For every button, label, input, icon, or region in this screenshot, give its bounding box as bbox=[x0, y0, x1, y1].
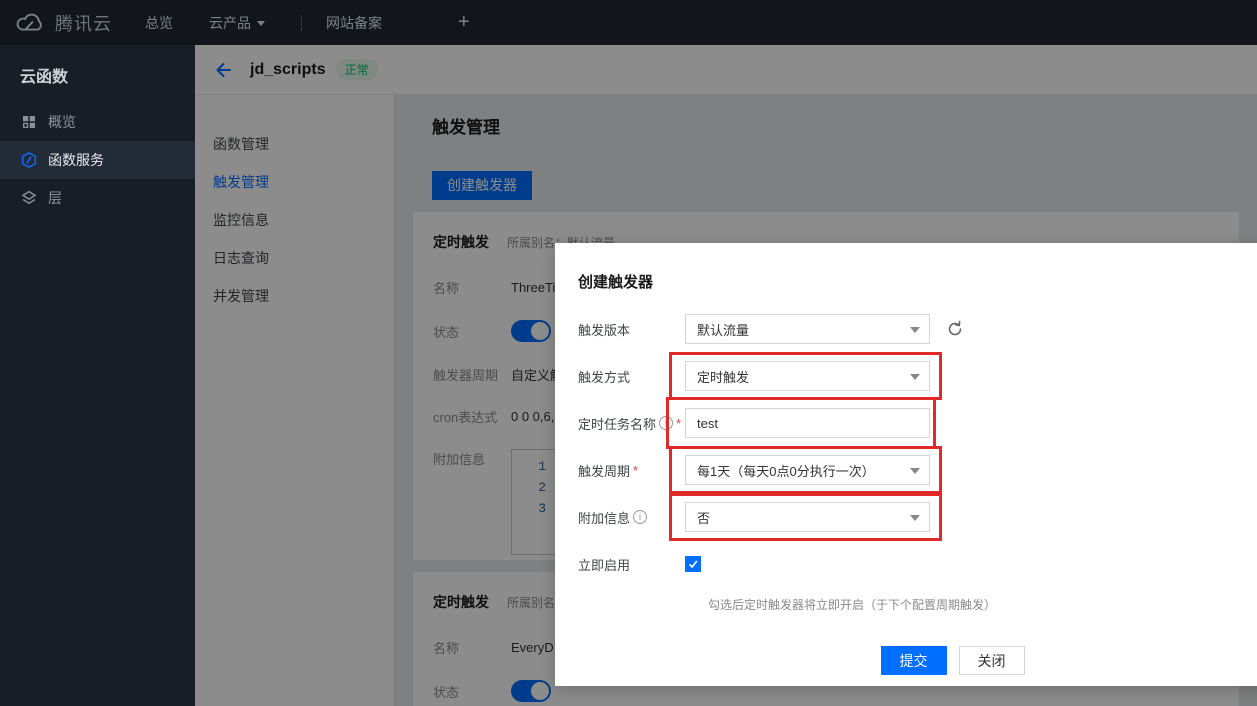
trigger-period-select-wrap: 每1天（每天0点0分执行一次） bbox=[685, 455, 930, 485]
sidebar-item-label: 层 bbox=[48, 188, 62, 208]
nav-item-label: 网站备案 bbox=[326, 13, 382, 33]
dialog-title: 创建触发器 bbox=[555, 243, 1257, 292]
form-row-trigger-version: 触发版本 默认流量 bbox=[578, 314, 1257, 344]
enable-now-checkbox-checked[interactable] bbox=[685, 556, 701, 572]
nav-item-overview[interactable]: 总览 bbox=[145, 13, 173, 33]
field-label: 触发版本 bbox=[578, 320, 685, 339]
nav-divider bbox=[301, 15, 302, 31]
field-label: 定时任务名称i* bbox=[578, 414, 685, 433]
task-name-input[interactable] bbox=[685, 408, 930, 438]
field-label: 立即启用 bbox=[578, 555, 685, 574]
check-icon bbox=[687, 558, 699, 570]
enable-now-hint: 勾选后定时触发器将立即开启（于下个配置周期触发） bbox=[708, 596, 1257, 613]
screen: 腾讯云 总览 云产品 网站备案 + 云函数 概览 函数服务 bbox=[0, 0, 1257, 706]
brand[interactable]: 腾讯云 bbox=[14, 10, 112, 36]
info-icon[interactable]: i bbox=[633, 510, 647, 524]
required-mark: * bbox=[633, 463, 638, 478]
product-title: 云函数 bbox=[0, 45, 195, 103]
chevron-down-icon bbox=[257, 21, 265, 26]
form-row-trigger-method: 触发方式 定时触发 bbox=[578, 361, 1257, 391]
product-sidebar: 云函数 概览 函数服务 层 bbox=[0, 45, 195, 706]
form-row-enable-now: 立即启用 bbox=[578, 549, 1257, 579]
nav-item-icp[interactable]: 网站备案 bbox=[326, 13, 382, 33]
dialog-form: 触发版本 默认流量 触发方式 定时触发 定时 bbox=[555, 314, 1257, 613]
field-label: 触发方式 bbox=[578, 367, 685, 386]
sidebar-item-label: 函数服务 bbox=[48, 150, 104, 170]
layers-icon bbox=[20, 189, 38, 207]
tencent-cloud-logo-icon bbox=[14, 11, 48, 34]
task-name-input-wrap bbox=[685, 408, 930, 438]
nav-item-label: 云产品 bbox=[209, 13, 251, 33]
close-button[interactable]: 关闭 bbox=[959, 646, 1025, 675]
trigger-version-select-wrap: 默认流量 bbox=[685, 314, 930, 344]
info-icon[interactable]: i bbox=[659, 416, 673, 430]
field-label: 附加信息i bbox=[578, 508, 685, 527]
refresh-icon[interactable] bbox=[946, 320, 964, 338]
create-trigger-dialog: 创建触发器 触发版本 默认流量 触发方式 定时触发 bbox=[555, 243, 1257, 686]
sidebar-item-layers[interactable]: 层 bbox=[0, 179, 195, 217]
sidebar-item-label: 概览 bbox=[48, 112, 76, 132]
trigger-period-select[interactable]: 每1天（每天0点0分执行一次） bbox=[685, 455, 930, 485]
form-row-extra-info: 附加信息i 否 bbox=[578, 502, 1257, 532]
nav-item-cloud-products[interactable]: 云产品 bbox=[209, 13, 265, 33]
topnav: 腾讯云 总览 云产品 网站备案 + bbox=[0, 0, 1257, 45]
sidebar-item-function-service[interactable]: 函数服务 bbox=[0, 141, 195, 179]
sidebar-item-overview[interactable]: 概览 bbox=[0, 103, 195, 141]
trigger-method-select[interactable]: 定时触发 bbox=[685, 361, 930, 391]
required-mark: * bbox=[676, 416, 681, 431]
trigger-version-select[interactable]: 默认流量 bbox=[685, 314, 930, 344]
submit-button[interactable]: 提交 bbox=[881, 646, 947, 675]
form-row-trigger-period: 触发周期* 每1天（每天0点0分执行一次） bbox=[578, 455, 1257, 485]
form-row-task-name: 定时任务名称i* bbox=[578, 408, 1257, 438]
function-hexagon-icon bbox=[20, 151, 38, 169]
topnav-links: 总览 云产品 网站备案 + bbox=[145, 11, 470, 34]
trigger-method-select-wrap: 定时触发 bbox=[685, 361, 930, 391]
extra-info-select[interactable]: 否 bbox=[685, 502, 930, 532]
nav-item-label: 总览 bbox=[145, 13, 173, 33]
field-label: 触发周期* bbox=[578, 461, 685, 480]
grid-icon bbox=[20, 113, 38, 131]
add-tab-button[interactable]: + bbox=[458, 11, 470, 34]
dialog-footer: 提交 关闭 bbox=[555, 646, 1257, 675]
extra-info-select-wrap: 否 bbox=[685, 502, 930, 532]
brand-label: 腾讯云 bbox=[55, 10, 112, 36]
